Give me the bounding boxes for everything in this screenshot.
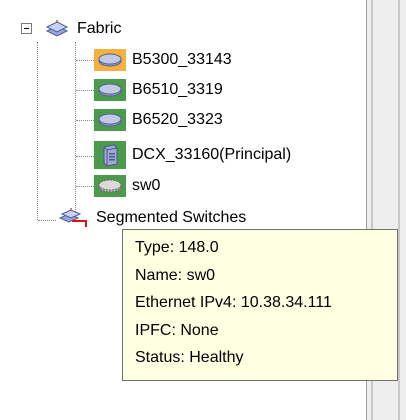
tree-node-label: sw0 [132, 177, 161, 194]
fabric-icon [43, 18, 71, 40]
tooltip-status: Status: Healthy [135, 349, 244, 366]
tree-line [75, 42, 76, 214]
tree-line [76, 60, 94, 61]
tree-line [37, 42, 38, 220]
tooltip-ipv4: Ethernet IPv4: 10.38.34.111 [135, 294, 332, 311]
tree-node-switch[interactable]: B6510_3319 [94, 79, 223, 101]
tree-node-switch[interactable]: DCX_33160(Principal) [94, 141, 291, 169]
tree-line [76, 186, 94, 187]
tree-line [76, 156, 94, 157]
tooltip-ipfc: IPFC: None [135, 321, 219, 339]
switch-icon [94, 79, 126, 101]
tree-node-label: DCX_33160(Principal) [132, 146, 292, 163]
tree-node-switch[interactable]: B6520_3323 [94, 109, 223, 131]
switch-tooltip: Type: 148.0 Name: sw0 Ethernet IPv4: 10.… [122, 229, 398, 381]
collapse-icon[interactable] [21, 23, 32, 34]
tree-line [76, 120, 94, 121]
tree-node-label: Segmented Switches [96, 209, 247, 226]
tooltip-type: Type: 148.0 [135, 239, 219, 256]
tree-node-label: B6510_3319 [132, 81, 223, 98]
chassis-icon [94, 141, 126, 169]
tree-node-segmented-switches[interactable]: Segmented Switches [56, 207, 246, 229]
tree-line [76, 90, 94, 91]
tree-node-label: Fabric [77, 20, 122, 37]
scrollbar-edge [398, 0, 400, 420]
tree-node-fabric[interactable]: Fabric [43, 18, 121, 40]
tooltip-name: Name: sw0 [135, 266, 216, 284]
tree-node-label: B6520_3323 [132, 111, 223, 128]
segmented-switches-icon [56, 207, 90, 229]
switch-icon [94, 109, 126, 131]
switch-icon [94, 49, 126, 71]
tree-line [38, 220, 56, 221]
tree-node-switch[interactable]: B5300_33143 [94, 49, 232, 71]
virtual-switch-icon [94, 175, 126, 197]
tree-node-label: B5300_33143 [132, 51, 232, 68]
tree-node-switch[interactable]: sw0 [94, 175, 160, 197]
